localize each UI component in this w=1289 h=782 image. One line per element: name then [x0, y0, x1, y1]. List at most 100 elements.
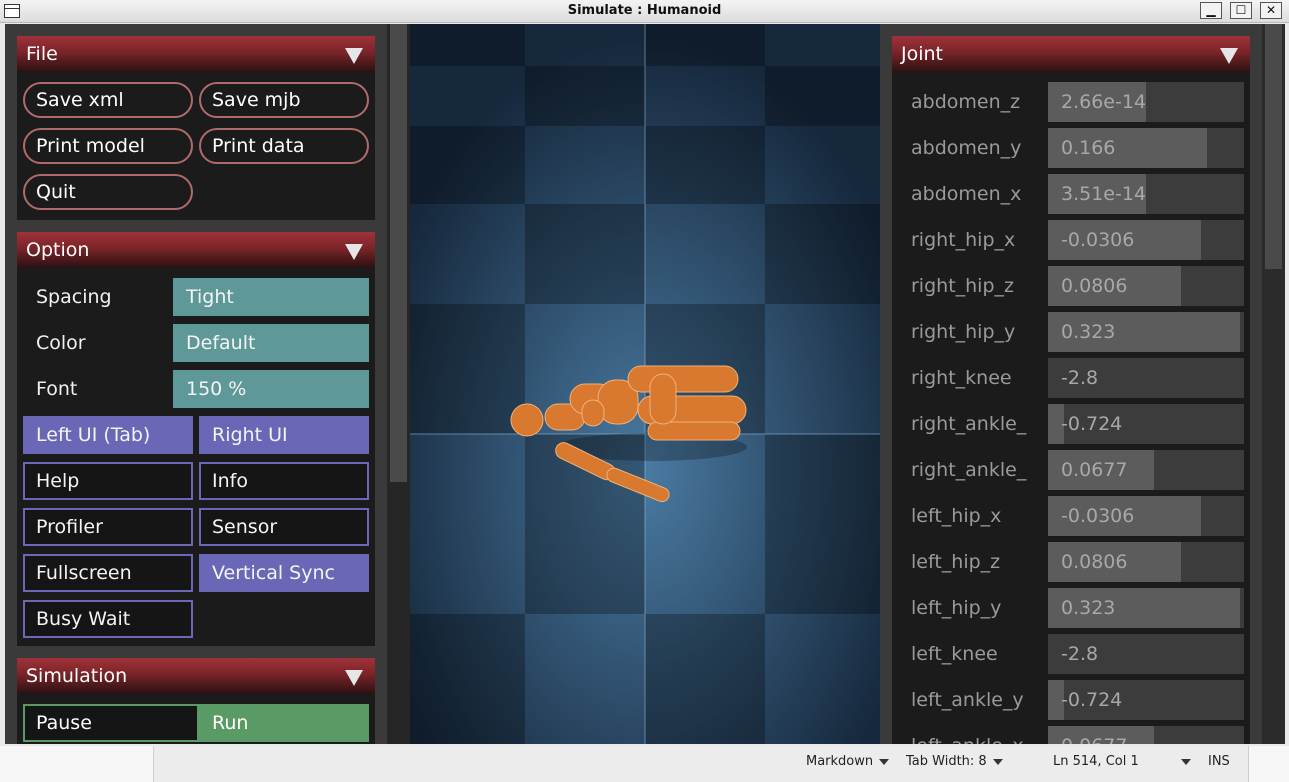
language-selector[interactable]: Markdown [806, 754, 890, 769]
joint-value: 0.0806 [1061, 551, 1128, 573]
joint-value: 0.166 [1061, 137, 1116, 159]
pause-radio[interactable]: Pause [23, 704, 199, 742]
joint-value: -2.8 [1061, 367, 1099, 389]
simulate-app: File Save xml Save mjb Print model Print… [5, 24, 1285, 744]
left-ui-toggle[interactable]: Left UI (Tab) [23, 416, 193, 454]
help-toggle[interactable]: Help [23, 462, 193, 500]
left-ui-scrollbar[interactable] [387, 24, 410, 744]
file-section-header[interactable]: File [17, 36, 375, 72]
joint-slider[interactable]: 0.323 [1048, 588, 1244, 628]
joint-label: right_hip_z [911, 275, 1014, 297]
joint-slider[interactable]: 0.0806 [1048, 266, 1244, 306]
language-label: Markdown [806, 754, 874, 769]
joint-slider[interactable]: -0.724 [1048, 404, 1244, 444]
chevron-down-icon [879, 758, 890, 765]
joint-value: -0.0306 [1061, 229, 1135, 251]
minimize-button[interactable]: ▁ [1200, 2, 1222, 19]
joint-value: -0.724 [1061, 689, 1123, 711]
color-select[interactable]: Default [173, 324, 369, 362]
joint-label: right_hip_y [911, 321, 1016, 343]
file-section: File Save xml Save mjb Print model Print… [17, 36, 375, 220]
joint-value: 0.0677 [1061, 726, 1127, 744]
joint-label: left_knee [911, 643, 998, 665]
chevron-down-icon [992, 758, 1003, 765]
joint-value: 0.323 [1061, 597, 1116, 619]
joint-value: 2.66e-14 [1061, 91, 1147, 113]
spacing-label: Spacing [36, 286, 112, 308]
collapse-triangle-icon [1220, 48, 1238, 64]
joint-value: 3.51e-14 [1061, 183, 1147, 205]
simulation-section: Simulation Pause Run [17, 658, 375, 744]
insert-mode-indicator[interactable]: INS [1208, 754, 1230, 769]
spacing-select[interactable]: Tight [173, 278, 369, 316]
option-section: Option Spacing Tight Color Default Font … [17, 232, 375, 646]
joint-slider[interactable]: -2.8 [1048, 358, 1244, 398]
joint-value: -0.0306 [1061, 505, 1135, 527]
print-model-button[interactable]: Print model [23, 128, 193, 164]
chevron-down-icon [1180, 758, 1191, 765]
font-select[interactable]: 150 % [173, 370, 369, 408]
save-mjb-button[interactable]: Save mjb [199, 82, 369, 118]
collapse-triangle-icon [345, 48, 363, 64]
joint-value: 0.0677 [1061, 459, 1128, 481]
joint-label: left_ankle_y [911, 689, 1024, 711]
statusbar-right-pane [1248, 746, 1289, 782]
joint-slider[interactable]: 0.0806 [1048, 542, 1244, 582]
joint-slider[interactable]: 0.0677 [1048, 450, 1244, 490]
window-title: Simulate : Humanoid [567, 3, 722, 18]
right-ui-toggle[interactable]: Right UI [199, 416, 369, 454]
joint-slider[interactable]: 3.51e-14 [1048, 174, 1244, 214]
vertical-sync-toggle[interactable]: Vertical Sync [199, 554, 369, 592]
profiler-toggle[interactable]: Profiler [23, 508, 193, 546]
joint-slider[interactable]: -2.8 [1048, 634, 1244, 674]
joint-label: abdomen_x [911, 183, 1022, 205]
statusbar-left-pane [0, 746, 154, 782]
scene-render [410, 24, 880, 744]
cursor-position-label: Ln 514, Col 1 [1053, 754, 1139, 769]
file-section-title: File [26, 43, 58, 65]
simulation-viewport[interactable] [410, 24, 880, 744]
joint-section-header[interactable]: Joint [892, 36, 1250, 72]
tab-width-label: Tab Width: 8 [906, 754, 987, 769]
collapse-triangle-icon [345, 670, 363, 686]
cursor-position-selector[interactable]: Ln 514, Col 1 [1053, 754, 1191, 769]
busy-wait-toggle[interactable]: Busy Wait [23, 600, 193, 638]
joint-label: left_hip_x [911, 505, 1002, 527]
joint-slider[interactable]: 2.66e-14 [1048, 82, 1244, 122]
fullscreen-toggle[interactable]: Fullscreen [23, 554, 193, 592]
save-xml-button[interactable]: Save xml [23, 82, 193, 118]
left-ui-scrollbar-thumb[interactable] [390, 24, 407, 482]
joint-slider[interactable]: -0.724 [1048, 680, 1244, 720]
joint-slider[interactable]: -0.0306 [1048, 220, 1244, 260]
joint-label: right_knee [911, 367, 1012, 389]
tab-width-selector[interactable]: Tab Width: 8 [906, 754, 1003, 769]
joint-label: left_hip_y [911, 597, 1002, 619]
joint-label: left_hip_z [911, 551, 1001, 573]
joint-value: -0.724 [1061, 413, 1123, 435]
collapse-triangle-icon [345, 244, 363, 260]
joint-label: left_ankle_x [911, 726, 1048, 744]
joint-slider[interactable]: 0.323 [1048, 312, 1244, 352]
option-section-title: Option [26, 239, 90, 261]
info-toggle[interactable]: Info [199, 462, 369, 500]
joint-slider[interactable]: -0.0306 [1048, 496, 1244, 536]
simulation-section-header[interactable]: Simulation [17, 658, 375, 694]
print-data-button[interactable]: Print data [199, 128, 369, 164]
right-ui-scrollbar[interactable] [1262, 24, 1285, 744]
run-radio[interactable]: Run [199, 704, 369, 742]
right-ui-scrollbar-thumb[interactable] [1265, 24, 1282, 269]
editor-statusbar: Markdown Tab Width: 8 Ln 514, Col 1 INS [0, 746, 1289, 782]
joint-slider[interactable]: 0.0677 [1048, 726, 1244, 744]
joint-slider[interactable]: 0.166 [1048, 128, 1244, 168]
option-section-header[interactable]: Option [17, 232, 375, 268]
joint-label: abdomen_z [911, 91, 1021, 113]
simulation-section-title: Simulation [26, 665, 128, 687]
joint-section-title: Joint [901, 43, 943, 65]
color-label: Color [36, 332, 86, 354]
sensor-toggle[interactable]: Sensor [199, 508, 369, 546]
close-button[interactable]: ✕ [1260, 2, 1282, 19]
joint-value: -2.8 [1061, 643, 1099, 665]
maximize-button[interactable]: ☐ [1230, 2, 1252, 19]
joint-label: right_ankle_ [911, 413, 1027, 435]
quit-button[interactable]: Quit [23, 174, 193, 210]
